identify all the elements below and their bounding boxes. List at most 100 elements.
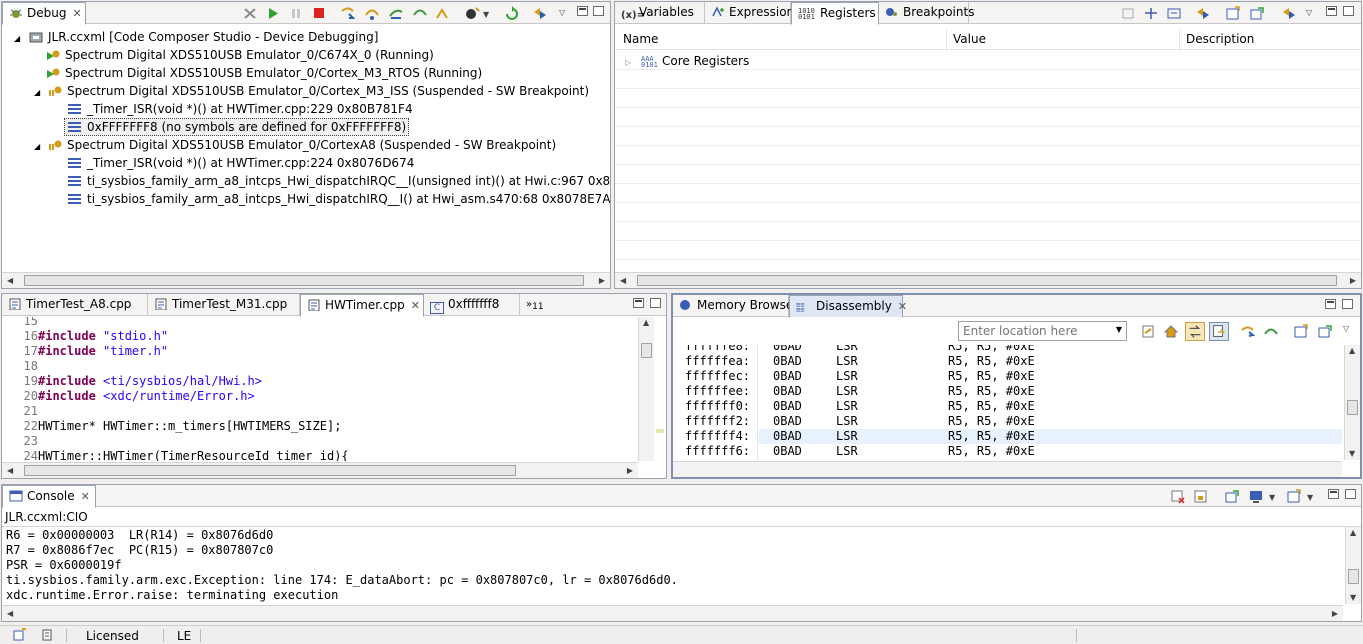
scroll-up-icon[interactable]: ▲ xyxy=(643,318,649,328)
minimize-button[interactable] xyxy=(633,298,644,308)
disassembly-hscrollbar[interactable] xyxy=(673,461,1342,477)
license-icon[interactable] xyxy=(40,628,56,642)
console-hscrollbar[interactable]: ◀ ▶ xyxy=(2,605,1343,621)
tree-core[interactable]: ◢ Spectrum Digital XDS510USB Emulator_0/… xyxy=(34,136,556,154)
close-icon[interactable]: ✕ xyxy=(411,299,420,312)
chevron-down-icon[interactable]: ▼ xyxy=(483,10,489,20)
close-icon[interactable]: ✕ xyxy=(81,490,90,503)
stack-frame[interactable]: ti_sysbios_family_arm_a8_intcps_Hwi_disp… xyxy=(68,172,610,190)
tab-editor[interactable]: C 0xfffffff8 xyxy=(424,294,520,316)
editor-hscrollbar[interactable]: ◀ ▶ xyxy=(2,462,638,478)
tree-core[interactable]: Spectrum Digital XDS510USB Emulator_0/Co… xyxy=(46,64,482,82)
assembly-step-over-icon[interactable] xyxy=(412,6,428,21)
column-header-value[interactable]: Value xyxy=(953,32,986,46)
disassembly-row[interactable]: fffffff2: 0BAD LSR R5, R5, #0xE xyxy=(673,414,1342,429)
resume-icon[interactable] xyxy=(265,6,281,21)
console-output[interactable]: R6 = 0x00000003 LR(R14) = 0x8076d6d0 R7 =… xyxy=(6,528,1343,604)
scroll-up-icon[interactable]: ▲ xyxy=(1350,528,1356,538)
link-with-debug-icon[interactable] xyxy=(1185,322,1205,341)
scroll-left-icon[interactable]: ◀ xyxy=(620,276,626,286)
assembly-step-over-icon[interactable] xyxy=(1263,324,1279,339)
stack-frame-selected[interactable]: 0xFFFFFFF8 (no symbols are defined for 0… xyxy=(64,118,410,136)
tab-debug[interactable]: Debug ✕ xyxy=(2,2,86,25)
column-header-name[interactable]: Name xyxy=(623,32,658,46)
fast-view-icon[interactable] xyxy=(12,628,28,642)
disassembly-listing[interactable]: ffffffe8: 0BAD LSR R5, R5, #0xE ffffffea: 0BA… xyxy=(673,345,1342,460)
scroll-down-icon[interactable]: ▼ xyxy=(1350,593,1356,603)
new-register-group-icon[interactable] xyxy=(1120,6,1136,21)
new-view-icon[interactable] xyxy=(1225,6,1241,21)
go-to-pc-icon[interactable] xyxy=(1140,324,1156,339)
expand-arrow-icon[interactable]: ▷ xyxy=(625,58,631,67)
pin-icon[interactable] xyxy=(1249,6,1265,21)
scroll-right-icon[interactable]: ▶ xyxy=(599,276,605,286)
console-vscrollbar[interactable]: ▲ ▼ xyxy=(1345,527,1361,604)
disassembly-row[interactable]: fffffff0: 0BAD LSR R5, R5, #0xE xyxy=(673,399,1342,414)
close-icon[interactable]: ✕ xyxy=(898,300,907,313)
maximize-button[interactable] xyxy=(593,6,604,16)
scroll-right-icon[interactable]: ▶ xyxy=(1332,609,1338,619)
minimize-button[interactable] xyxy=(1325,299,1336,309)
table-row[interactable]: ▷ AAA 0101 Core Registers xyxy=(625,52,749,70)
scroll-lock-icon[interactable] xyxy=(1193,489,1209,504)
registers-hscrollbar[interactable]: ◀ ▶ xyxy=(615,272,1361,288)
maximize-button[interactable] xyxy=(1342,299,1353,309)
chevron-down-icon[interactable]: ▼ xyxy=(1269,493,1275,503)
editor-vscrollbar[interactable]: ▲ xyxy=(638,317,654,461)
clear-console-icon[interactable] xyxy=(1170,489,1186,504)
maximize-button[interactable] xyxy=(1345,489,1356,499)
scroll-down-icon[interactable]: ▼ xyxy=(1349,449,1355,459)
sync-icon[interactable] xyxy=(532,6,548,21)
collapse-all-icon[interactable] xyxy=(1166,6,1182,21)
view-menu-icon[interactable]: ▽ xyxy=(559,8,565,18)
assembly-step-into-icon[interactable] xyxy=(1240,324,1256,339)
tab-memory-browser[interactable]: Memory Browser xyxy=(673,295,798,317)
stack-frame[interactable]: _Timer_ISR(void *)() at HWTimer.cpp:229 … xyxy=(68,100,413,118)
tab-editor-active[interactable]: HWTimer.cpp ✕ xyxy=(300,294,424,317)
suspend-icon[interactable] xyxy=(288,6,304,21)
scroll-thumb[interactable] xyxy=(24,465,516,476)
new-view-icon[interactable] xyxy=(1293,324,1309,339)
code-area[interactable]: 15 16#include "stdio.h" 17#include "timer.… xyxy=(2,317,638,461)
expand-arrow-icon[interactable]: ◢ xyxy=(14,34,20,43)
stack-frame[interactable]: ti_sysbios_family_arm_a8_intcps_Hwi_disp… xyxy=(68,190,610,208)
disassembly-vscrollbar[interactable]: ▲ ▼ xyxy=(1344,345,1360,460)
maximize-button[interactable] xyxy=(650,298,661,308)
step-return-icon[interactable] xyxy=(388,6,404,21)
terminate-icon[interactable] xyxy=(311,6,327,21)
scroll-thumb[interactable] xyxy=(1347,400,1358,415)
disassembly-row[interactable]: ffffffea: 0BAD LSR R5, R5, #0xE xyxy=(673,354,1342,369)
close-icon[interactable]: ✕ xyxy=(72,7,81,20)
tree-root[interactable]: ◢ JLR.ccxml [Code Composer Studio - Devi… xyxy=(14,28,378,46)
scroll-thumb[interactable] xyxy=(637,275,1337,286)
chevron-down-icon[interactable]: ▼ xyxy=(1307,493,1313,503)
debug-hscrollbar[interactable]: ◀ ▶ xyxy=(2,272,610,288)
disassembly-row[interactable]: fffffff6: 0BAD LSR R5, R5, #0xE xyxy=(673,444,1342,459)
column-header-description[interactable]: Description xyxy=(1186,32,1254,46)
disassembly-row[interactable]: ffffffec: 0BAD LSR R5, R5, #0xE xyxy=(673,369,1342,384)
expand-arrow-icon[interactable]: ◢ xyxy=(34,88,40,97)
view-menu-icon[interactable]: ▽ xyxy=(1306,8,1312,18)
restart-icon[interactable] xyxy=(504,6,520,21)
tab-overflow[interactable]: »11 xyxy=(520,294,560,316)
minimize-button[interactable] xyxy=(1328,489,1339,499)
refresh-icon[interactable] xyxy=(1195,6,1211,21)
scroll-left-icon[interactable]: ◀ xyxy=(7,276,13,286)
location-input[interactable] xyxy=(963,323,1103,339)
open-console-icon[interactable] xyxy=(1286,489,1302,504)
expand-arrow-icon[interactable]: ◢ xyxy=(34,142,40,151)
scroll-left-icon[interactable]: ◀ xyxy=(7,609,13,619)
tab-console[interactable]: Console ✕ xyxy=(2,485,96,508)
step-over-icon[interactable] xyxy=(364,6,380,21)
chevron-down-icon[interactable]: ▼ xyxy=(1116,325,1122,334)
disassembly-row[interactable]: ffffffee: 0BAD LSR R5, R5, #0xE xyxy=(673,384,1342,399)
scroll-left-icon[interactable]: ◀ xyxy=(7,466,13,476)
pin-icon[interactable] xyxy=(1317,324,1333,339)
disassembly-row[interactable]: fffffff4: 0BAD LSR R5, R5, #0xE xyxy=(685,429,1342,444)
scroll-right-icon[interactable]: ▶ xyxy=(627,466,633,476)
remove-terminated-icon[interactable] xyxy=(242,6,258,21)
scroll-right-icon[interactable]: ▶ xyxy=(1350,276,1356,286)
tab-registers[interactable]: 1010 0101 Registers xyxy=(791,2,879,25)
scroll-thumb[interactable] xyxy=(1348,569,1359,584)
stack-frame[interactable]: _Timer_ISR(void *)() at HWTimer.cpp:224 … xyxy=(68,154,414,172)
